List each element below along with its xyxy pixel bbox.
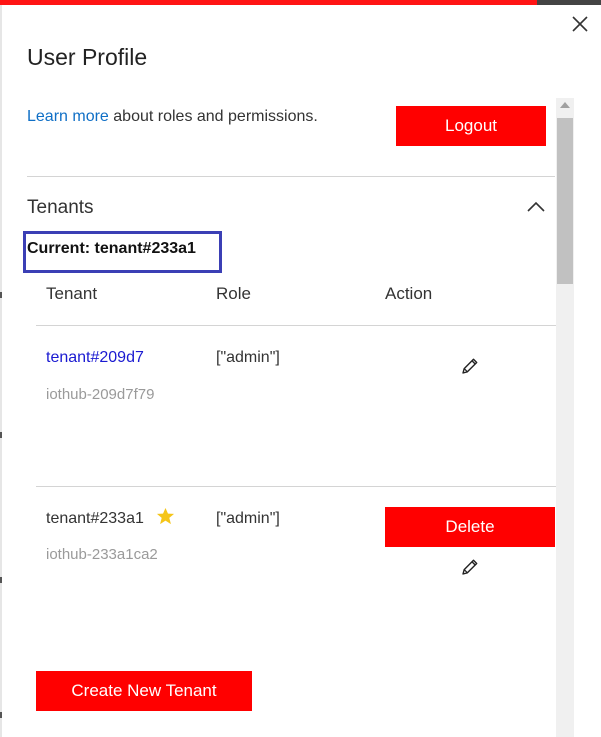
scrollbar[interactable] <box>556 98 574 737</box>
roles-info-text: Learn more about roles and permissions. <box>27 108 318 126</box>
edit-tenant-button[interactable] <box>460 356 480 376</box>
star-icon <box>156 507 175 526</box>
table-row-divider <box>36 486 556 487</box>
pencil-icon <box>462 559 478 575</box>
column-header-action: Action <box>385 284 433 303</box>
logout-button[interactable]: Logout <box>396 106 546 146</box>
section-divider <box>27 176 555 177</box>
left-edge <box>0 0 2 737</box>
pencil-icon <box>462 358 478 374</box>
left-edge-tick <box>0 432 2 438</box>
learn-more-link[interactable]: Learn more <box>27 108 109 125</box>
close-button[interactable] <box>568 12 592 36</box>
scrollbar-thumb[interactable] <box>557 118 573 284</box>
close-icon <box>572 16 588 32</box>
column-header-tenant: Tenant <box>46 284 98 303</box>
tenant-name: tenant#233a1 <box>46 510 144 527</box>
left-edge-tick <box>0 712 2 718</box>
tenant-name-link[interactable]: tenant#209d7 <box>46 349 144 367</box>
edit-tenant-button[interactable] <box>460 557 480 577</box>
tenant-role: ["admin"] <box>216 349 280 366</box>
chevron-up-icon <box>527 201 545 212</box>
top-bar-dark-segment <box>537 0 601 5</box>
scroll-up-arrow-icon[interactable] <box>560 102 570 108</box>
top-accent-bar <box>0 0 537 5</box>
page-title: User Profile <box>27 44 148 70</box>
user-profile-panel: User Profile Learn more about roles and … <box>0 0 601 737</box>
tenant-iothub-name: iothub-209d7f79 <box>46 386 155 403</box>
column-header-role: Role <box>216 284 251 303</box>
tenant-iothub-name: iothub-233a1ca2 <box>46 546 158 563</box>
delete-tenant-button[interactable]: Delete <box>385 507 555 547</box>
left-edge-tick <box>0 577 2 583</box>
roles-info-suffix: about roles and permissions. <box>108 108 318 125</box>
table-header-divider <box>36 325 556 326</box>
collapse-tenants-button[interactable] <box>524 196 548 216</box>
create-new-tenant-button[interactable]: Create New Tenant <box>36 671 252 711</box>
left-edge-tick <box>0 292 2 298</box>
current-tenant-label: Current: tenant#233a1 <box>27 240 196 257</box>
tenant-role: ["admin"] <box>216 510 280 527</box>
tenants-section-title: Tenants <box>27 197 94 218</box>
